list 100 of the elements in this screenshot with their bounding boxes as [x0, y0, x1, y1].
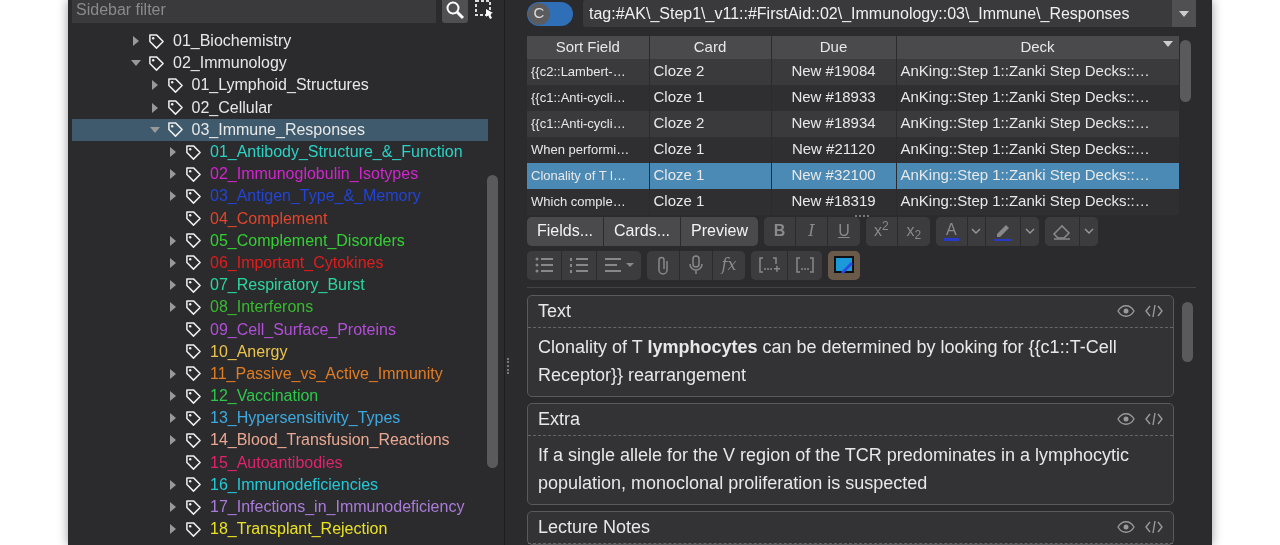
tree-item[interactable]: 03_Immune_Responses: [72, 118, 488, 141]
table-cell: Clonality of T l…: [527, 162, 649, 189]
table-cell: AnKing::Step 1::Zanki Step Decks::…: [896, 58, 1179, 85]
collapse-arrow-icon[interactable]: [148, 124, 161, 135]
tag-icon: [185, 498, 202, 516]
toolbar-button[interactable]: Cards...: [604, 216, 682, 246]
scrollbar[interactable]: [487, 175, 498, 468]
scrollbar[interactable]: [1180, 40, 1191, 102]
numbered-list-icon: [569, 255, 589, 275]
tree-item[interactable]: 02_Cellular: [72, 96, 488, 119]
table-cell: New #21120: [771, 136, 896, 163]
tree-item[interactable]: 01_Biochemistry: [72, 30, 488, 53]
bullet-list-icon: [534, 255, 554, 275]
microphone-icon: [687, 255, 705, 275]
toolbar-button[interactable]: Fields...: [527, 216, 604, 246]
table-row[interactable]: {{c2::Lambert-… Cloze 2 New #19084 AnKing::Step 1::Zanki Step Decks::…: [527, 58, 1179, 85]
eye-icon[interactable]: [1117, 304, 1135, 318]
eye-icon[interactable]: [1117, 520, 1135, 534]
tree-item[interactable]: 01_Antibody_Structure_&_Function: [72, 140, 488, 164]
field-text[interactable]: If a single allele for the V region of the TCR predominates in a lymphocytic population, monoclonal proliferation is suspected: [528, 435, 1173, 504]
splitter-handle[interactable]: [507, 358, 510, 374]
tag-icon: [166, 121, 184, 139]
table-cell: Cloze 1: [649, 136, 771, 163]
table-cell: {{c2::Lambert-…: [527, 58, 649, 85]
code-icon[interactable]: [1145, 520, 1163, 534]
table-cell: Cloze 1: [649, 84, 771, 111]
field-name: Extra: [538, 407, 580, 431]
search-button[interactable]: [442, 0, 468, 23]
code-icon[interactable]: [1145, 304, 1163, 318]
tree-item[interactable]: 11_Passive_vs_Active_Immunity: [72, 362, 488, 385]
eye-icon[interactable]: [1117, 412, 1135, 426]
tag-icon: [185, 520, 202, 538]
tag-icon: [148, 32, 165, 50]
tag-icon: [185, 276, 202, 294]
table-cell: Cloze 2: [649, 58, 771, 85]
caret-icon: [1083, 228, 1094, 234]
field-name: Text: [538, 299, 571, 323]
tree-item[interactable]: 13_Hypersensitivity_Types: [72, 407, 488, 430]
table-cell: AnKing::Step 1::Zanki Step Decks::…: [896, 84, 1179, 111]
table-cell: {{c1::Anti-cycli…: [527, 84, 649, 111]
table-cell: AnKing::Step 1::Zanki Step Decks::…: [896, 136, 1179, 163]
tag-icon: [166, 76, 184, 94]
tree-item[interactable]: 01_Lymphoid_Structures: [72, 74, 488, 97]
tag-icon: [185, 165, 202, 183]
table-row[interactable]: {{c1::Anti-cycli… Cloze 1 New #18933 AnKing::Step 1::Zanki Step Decks::…: [527, 84, 1179, 111]
cloze-icon: [795, 255, 815, 275]
column-header[interactable]: Due: [771, 36, 896, 59]
table-cell: {{c1::Anti-cycli…: [527, 110, 649, 137]
tag-icon: [185, 343, 202, 361]
tree-item[interactable]: 02_Immunology: [72, 52, 488, 75]
scrollbar[interactable]: [1182, 302, 1193, 362]
column-header[interactable]: Card: [649, 36, 771, 59]
table-cell: New #32100: [771, 162, 896, 189]
tag-icon: [185, 298, 202, 316]
image-occlusion-icon: [833, 254, 855, 276]
tag-icon: [185, 431, 202, 449]
caret-icon: [1024, 228, 1035, 234]
table-row[interactable]: {{c1::Anti-cycli… Cloze 2 New #18934 AnKing::Step 1::Zanki Step Decks::…: [527, 110, 1179, 137]
tree-item[interactable]: 10_Anergy: [72, 340, 488, 363]
tag-icon: [185, 143, 202, 161]
table-cell: Cloze 2: [649, 110, 771, 137]
dropdown-button[interactable]: [1172, 0, 1196, 27]
tree-item[interactable]: 08_Interferons: [72, 296, 488, 319]
tag-icon: [185, 187, 202, 205]
tag-icon: [185, 232, 202, 250]
caret-icon: [971, 228, 982, 234]
cloze-add-icon: [758, 255, 780, 275]
column-header[interactable]: Sort Field: [527, 36, 649, 59]
toggle-switch[interactable]: C: [527, 1, 573, 26]
tree-item[interactable]: 16_Immunodeficiencies: [72, 473, 488, 496]
toolbar-button[interactable]: [828, 250, 860, 280]
tree-item[interactable]: 18_Transplant_Rejection: [72, 518, 488, 541]
search-field[interactable]: tag:#AK\_Step1\_v11::#FirstAid::02\_Immunology::03\_Immune\_Responses: [583, 0, 1196, 27]
tag-icon: [148, 54, 165, 72]
table-cell: Cloze 1: [649, 188, 771, 215]
table-cell: Which comple…: [527, 188, 649, 215]
tag-icon: [185, 476, 202, 494]
field-text[interactable]: Clonality of T lymphocytes can be determined by looking for {{c1::T-Cell Receptor}} rearrangement: [528, 327, 1173, 396]
tree-item[interactable]: 07_Respiratory_Burst: [72, 274, 488, 297]
sidebar-filter-field[interactable]: Sidebar filter: [72, 0, 436, 23]
table-cell: New #18934: [771, 110, 896, 137]
tree-item[interactable]: 14_Blood_Transfusion_Reactions: [72, 429, 488, 452]
column-header[interactable]: Deck: [896, 36, 1179, 59]
tag-icon: [185, 454, 202, 472]
toolbar-button[interactable]: Preview: [681, 216, 758, 246]
sort-caret-icon: [1162, 41, 1173, 47]
table-cell: New #18933: [771, 84, 896, 111]
tag-icon: [185, 409, 202, 427]
tag-icon: [185, 387, 202, 405]
table-row[interactable]: Which comple… Cloze 1 New #18319 AnKing::Step 1::Zanki Step Decks::…: [527, 188, 1179, 215]
table-cell: New #19084: [771, 58, 896, 85]
code-icon[interactable]: [1145, 412, 1163, 426]
tree-item[interactable]: 05_Complement_Disorders: [72, 229, 488, 252]
field-name: Lecture Notes: [538, 515, 651, 539]
tree-item[interactable]: 17_Infections_in_Immunodeficiency: [72, 495, 488, 519]
tag-icon: [185, 365, 202, 383]
table-row[interactable]: When performi… Cloze 1 New #21120 AnKing::Step 1::Zanki Step Decks::…: [527, 136, 1179, 163]
tag-icon: [166, 99, 184, 117]
tree-item[interactable]: 12_Vaccination: [72, 385, 488, 408]
table-cell: AnKing::Step 1::Zanki Step Decks::…: [896, 162, 1179, 189]
